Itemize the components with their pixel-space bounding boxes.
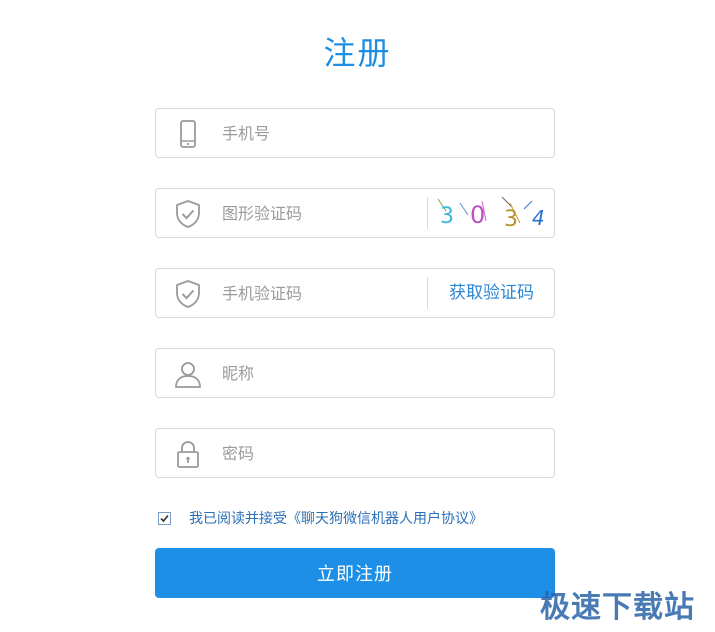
sms-code-input[interactable] (222, 279, 422, 307)
captcha-char: 3 (504, 207, 518, 232)
nickname-input[interactable] (222, 359, 422, 387)
register-button[interactable]: 立即注册 (155, 548, 555, 598)
captcha-char: 3 (440, 204, 454, 229)
sms-code-field[interactable]: 获取验证码 (155, 268, 555, 318)
captcha-char: 4 (532, 206, 545, 230)
image-code-input[interactable] (222, 199, 422, 227)
shield-check-icon (172, 198, 204, 230)
phone-input[interactable] (222, 119, 422, 147)
agreement-row: 我已阅读并接受《聊天狗微信机器人用户协议》 (158, 508, 483, 528)
image-code-field[interactable]: 3 0 3 4 (155, 188, 555, 238)
password-input[interactable] (222, 439, 422, 467)
agreement-checkbox[interactable] (158, 511, 171, 525)
mobile-phone-icon (172, 118, 204, 150)
checkmark-icon (160, 514, 169, 522)
captcha-char: 0 (470, 201, 485, 229)
get-code-button[interactable]: 获取验证码 (428, 269, 555, 317)
nickname-field[interactable] (155, 348, 555, 398)
captcha-image[interactable]: 3 0 3 4 (432, 193, 552, 233)
shield-check-icon (172, 278, 204, 310)
phone-field[interactable] (155, 108, 555, 158)
password-field[interactable] (155, 428, 555, 478)
field-divider (427, 197, 428, 229)
page-title: 注册 (323, 34, 392, 72)
lock-icon (172, 438, 204, 470)
agreement-link[interactable]: 我已阅读并接受《聊天狗微信机器人用户协议》 (189, 508, 483, 528)
watermark-logo: 极速下载站 (540, 590, 695, 625)
user-icon (172, 358, 204, 390)
